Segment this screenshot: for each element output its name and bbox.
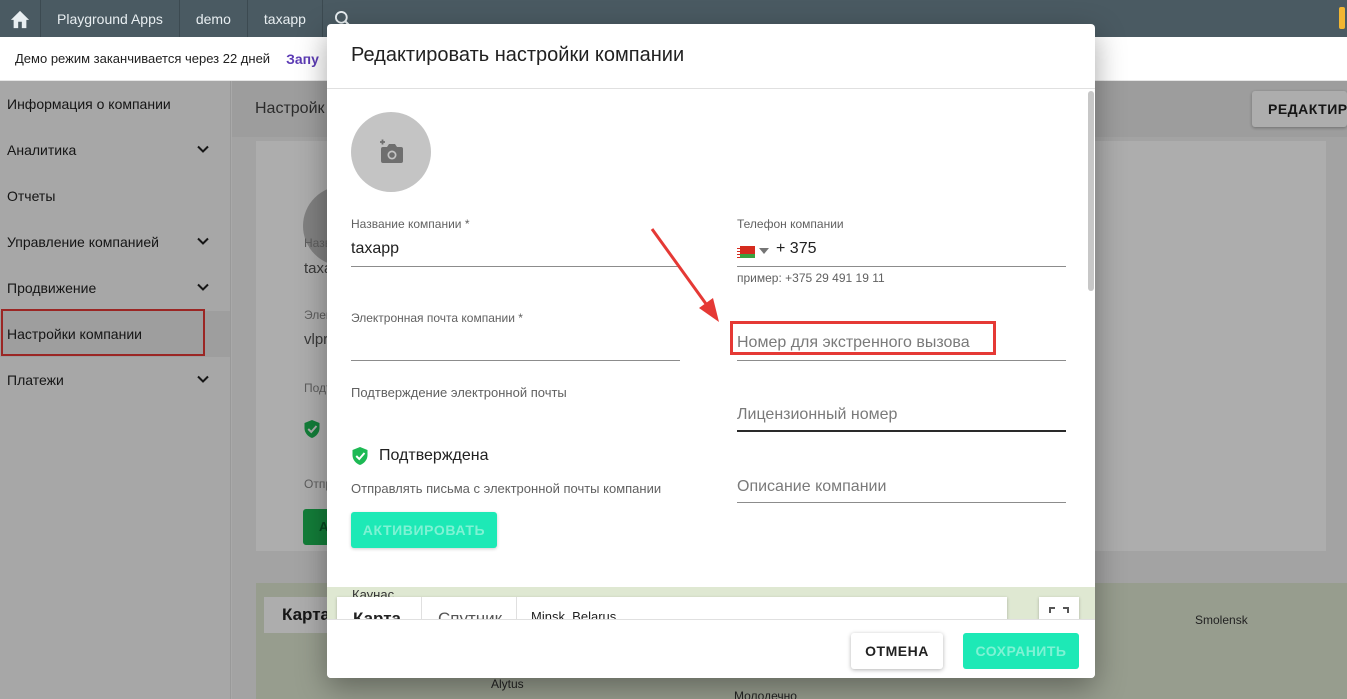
edit-company-settings-dialog: Редактировать настройки компании Названи… — [327, 24, 1095, 678]
license-number-underline — [737, 430, 1066, 432]
save-button[interactable]: СОХРАНИТЬ — [963, 633, 1079, 669]
required-mark: * — [464, 217, 470, 231]
home-button[interactable] — [0, 0, 40, 37]
company-name-underline — [351, 266, 680, 267]
cancel-button[interactable]: ОТМЕНА — [851, 633, 943, 669]
breadcrumb-playground-apps[interactable]: Playground Apps — [40, 0, 180, 37]
emergency-number-underline — [737, 360, 1066, 361]
company-location-map[interactable]: Каунас Карта Спутник Minsk, Belarus — [327, 587, 1095, 619]
annotation-highlight-emergency — [730, 321, 996, 355]
breadcrumb-taxapp[interactable]: taxapp — [248, 0, 323, 37]
company-phone-underline — [737, 266, 1066, 267]
company-logo-upload[interactable] — [351, 112, 431, 192]
dialog-body: Название компании * taxapp Телефон компа… — [327, 89, 1095, 619]
company-email-label-text: Электронная почта компании — [351, 311, 515, 325]
demo-banner-link[interactable]: Запу — [286, 51, 319, 67]
annotation-arrow — [650, 228, 719, 322]
email-verified-status: Подтверждена — [351, 446, 489, 466]
license-number-input[interactable]: Лицензионный номер — [737, 406, 897, 424]
required-mark: * — [518, 311, 523, 325]
send-from-email-label: Отправлять письма с электронной почты ко… — [351, 481, 662, 496]
country-dropdown-icon[interactable] — [759, 248, 769, 254]
map-tab-map[interactable]: Карта — [353, 609, 401, 619]
notification-indicator — [1339, 7, 1345, 29]
camera-add-icon — [380, 139, 403, 163]
breadcrumb-demo[interactable]: demo — [180, 0, 248, 37]
company-phone-input[interactable]: + 375 — [776, 240, 816, 258]
company-description-input[interactable]: Описание компании — [737, 478, 886, 496]
demo-banner-text: Демо режим заканчивается через 22 дней — [15, 51, 271, 66]
phone-helper-text: пример: +375 29 491 19 11 — [737, 271, 885, 285]
dialog-title: Редактировать настройки компании — [351, 44, 685, 66]
email-verified-text: Подтверждена — [379, 447, 489, 464]
dialog-footer: ОТМЕНА СОХРАНИТЬ — [327, 619, 1095, 678]
belarus-flag-icon[interactable] — [737, 246, 755, 258]
map-fullscreen-button[interactable] — [1039, 597, 1079, 619]
company-name-label-text: Название компании — [351, 217, 462, 231]
company-name-input[interactable]: taxapp — [351, 240, 399, 258]
email-confirm-label: Подтверждение электронной почты — [351, 385, 567, 400]
company-phone-label: Телефон компании — [737, 217, 844, 231]
dialog-scrollbar[interactable] — [1088, 91, 1094, 291]
company-description-underline — [737, 502, 1066, 503]
fullscreen-icon — [1049, 607, 1069, 613]
company-name-label: Название компании * — [351, 217, 470, 231]
map-tab-satellite[interactable]: Спутник — [421, 597, 517, 619]
map-controls: Карта Спутник Minsk, Belarus — [337, 597, 1007, 619]
shield-check-icon — [352, 447, 368, 465]
company-email-label: Электронная почта компании * — [351, 311, 523, 325]
home-icon — [10, 10, 30, 28]
map-address-input[interactable]: Minsk, Belarus — [531, 609, 616, 619]
activate-button[interactable]: АКТИВИРОВАТЬ — [351, 512, 497, 548]
company-email-underline — [351, 360, 680, 361]
